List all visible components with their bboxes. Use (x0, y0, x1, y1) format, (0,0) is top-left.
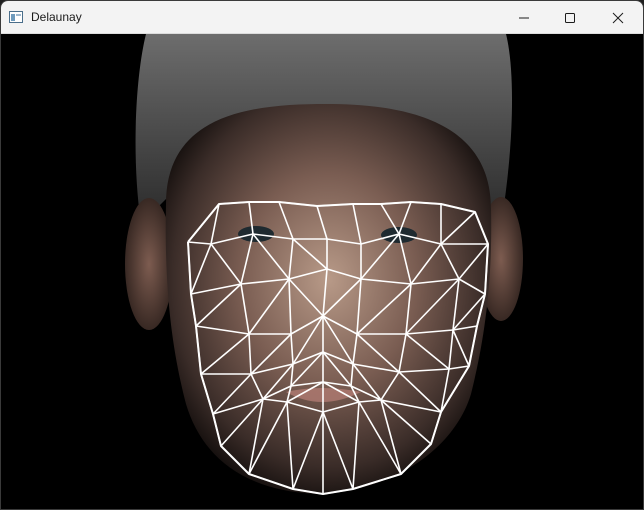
window-title: Delaunay (31, 10, 82, 24)
minimize-icon (519, 17, 529, 18)
face-skin (165, 104, 492, 494)
close-icon (612, 12, 624, 23)
face-image (125, 34, 523, 495)
app-window: Delaunay (0, 0, 644, 510)
close-button[interactable] (593, 1, 643, 34)
title-bar[interactable]: Delaunay (1, 1, 643, 34)
image-canvas (1, 34, 643, 509)
minimize-button[interactable] (501, 1, 547, 34)
app-window-icon (9, 11, 23, 23)
maximize-button[interactable] (547, 1, 593, 34)
maximize-icon (565, 12, 575, 23)
